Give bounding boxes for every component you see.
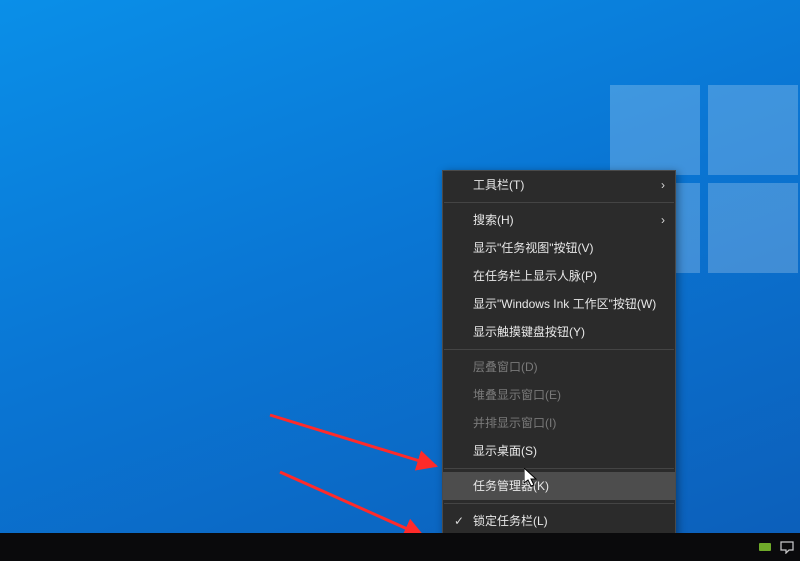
- menu-item-task-manager[interactable]: 任务管理器(K): [443, 472, 675, 500]
- menu-item-show-task-view[interactable]: 显示"任务视图"按钮(V): [443, 234, 675, 262]
- menu-label: 显示"Windows Ink 工作区"按钮(W): [473, 297, 656, 311]
- cursor-icon: [524, 468, 540, 488]
- nvidia-tray-icon[interactable]: [758, 540, 772, 554]
- menu-label: 显示桌面(S): [473, 444, 537, 458]
- menu-label: 并排显示窗口(I): [473, 416, 556, 430]
- menu-label: 在任务栏上显示人脉(P): [473, 269, 597, 283]
- taskbar-context-menu: 工具栏(T) › 搜索(H) › 显示"任务视图"按钮(V) 在任务栏上显示人脉…: [442, 170, 676, 561]
- menu-separator: [444, 468, 674, 469]
- menu-item-cascade: 层叠窗口(D): [443, 353, 675, 381]
- menu-label: 堆叠显示窗口(E): [473, 388, 561, 402]
- desktop[interactable]: 工具栏(T) › 搜索(H) › 显示"任务视图"按钮(V) 在任务栏上显示人脉…: [0, 0, 800, 561]
- menu-item-toolbar[interactable]: 工具栏(T) ›: [443, 171, 675, 199]
- menu-label: 层叠窗口(D): [473, 360, 538, 374]
- menu-separator: [444, 202, 674, 203]
- menu-item-show-ink[interactable]: 显示"Windows Ink 工作区"按钮(W): [443, 290, 675, 318]
- menu-separator: [444, 349, 674, 350]
- submenu-indicator-icon: ›: [661, 171, 665, 199]
- menu-item-show-people[interactable]: 在任务栏上显示人脉(P): [443, 262, 675, 290]
- system-tray: [758, 533, 794, 561]
- menu-item-lock-taskbar[interactable]: ✓ 锁定任务栏(L): [443, 507, 675, 535]
- menu-item-show-touch-keyboard[interactable]: 显示触摸键盘按钮(Y): [443, 318, 675, 346]
- submenu-indicator-icon: ›: [661, 206, 665, 234]
- menu-item-sidebyside: 并排显示窗口(I): [443, 409, 675, 437]
- menu-label: 显示"任务视图"按钮(V): [473, 241, 594, 255]
- menu-item-search[interactable]: 搜索(H) ›: [443, 206, 675, 234]
- taskbar[interactable]: [0, 533, 800, 561]
- menu-label: 工具栏(T): [473, 178, 524, 192]
- action-center-icon[interactable]: [780, 540, 794, 554]
- menu-label: 显示触摸键盘按钮(Y): [473, 325, 585, 339]
- menu-item-show-desktop[interactable]: 显示桌面(S): [443, 437, 675, 465]
- menu-separator: [444, 503, 674, 504]
- check-icon: ✓: [451, 507, 467, 535]
- menu-label: 搜索(H): [473, 213, 514, 227]
- menu-label: 锁定任务栏(L): [473, 514, 548, 528]
- menu-item-stacked: 堆叠显示窗口(E): [443, 381, 675, 409]
